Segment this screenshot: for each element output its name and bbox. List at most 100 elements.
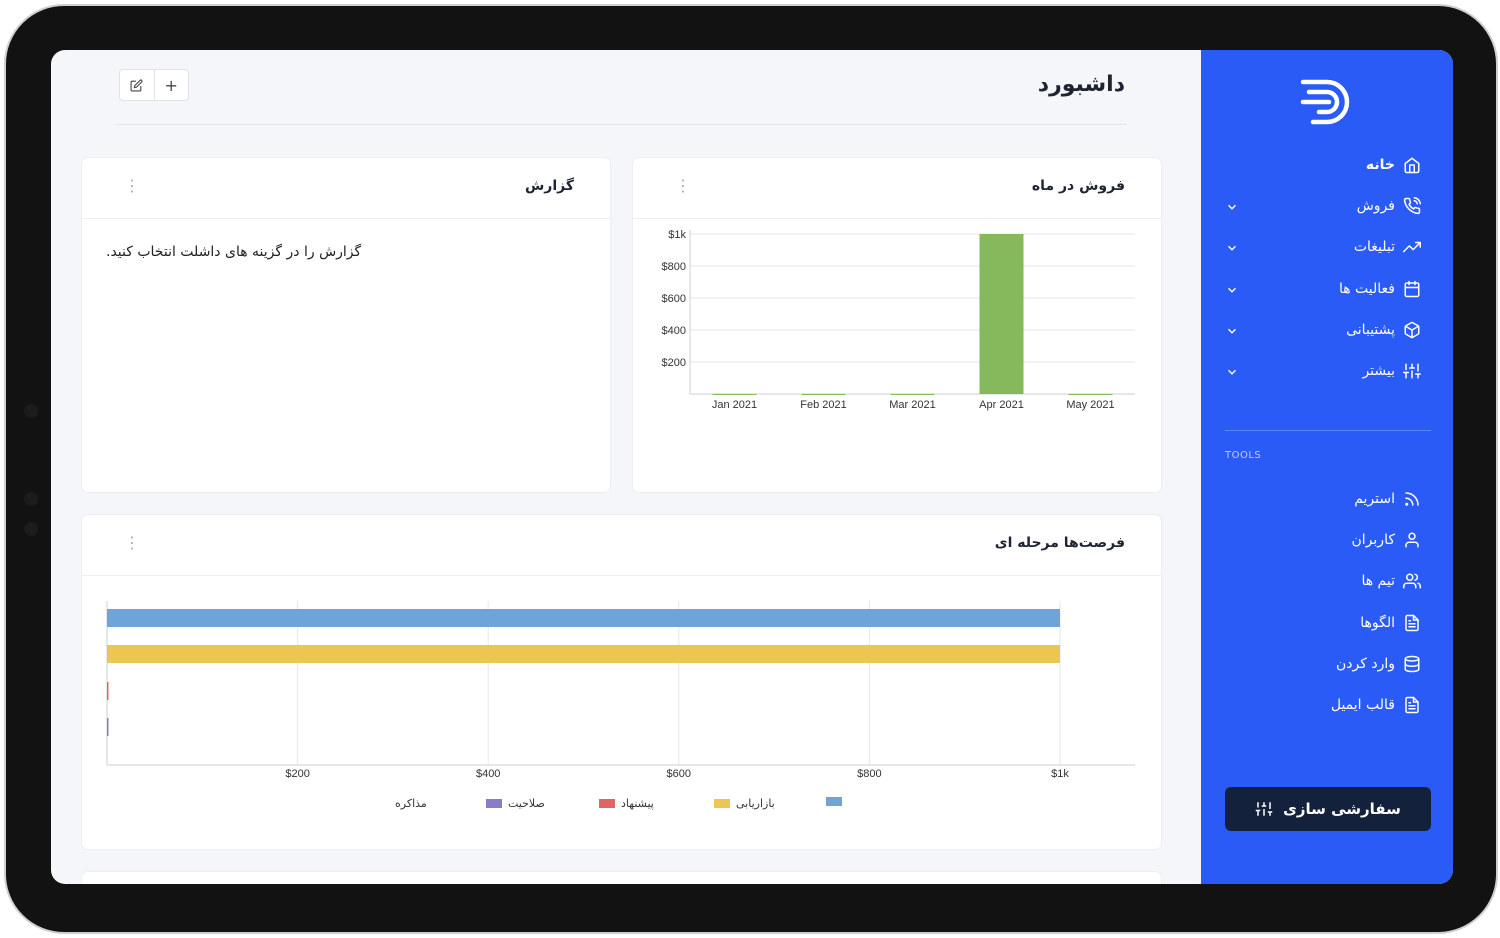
bar: [107, 682, 109, 700]
edit-dashboard-button[interactable]: [120, 70, 154, 100]
camera-dot: [24, 404, 38, 418]
legend-item[interactable]: پیشنهاد: [599, 797, 654, 810]
logo-icon: [1300, 79, 1350, 125]
sales-bar-chart: $200 $400 $600 $800 $1k Jan 2021 Feb 2021 Mar 2…: [662, 229, 1135, 411]
app-screen: + داشبورد گزارش ⋮ گزارش را در گزینه های …: [51, 50, 1453, 884]
bar: [979, 234, 1024, 394]
sidebar-item[interactable]: فروش: [1357, 197, 1421, 215]
sidebar-item[interactable]: وارد کردن: [1336, 655, 1421, 673]
more-vertical-icon[interactable]: ⋮: [124, 535, 140, 551]
edit-icon: [130, 78, 143, 91]
main-content: + داشبورد گزارش ⋮ گزارش را در گزینه های …: [51, 50, 1201, 884]
card-title: گزارش: [524, 178, 574, 194]
chevron-down-icon: [1228, 369, 1236, 375]
chevron-down-icon[interactable]: [1225, 282, 1239, 296]
chevron-down-icon: [1228, 246, 1236, 252]
more-vertical-icon[interactable]: ⋮: [675, 178, 691, 194]
sidebar-item-label: فعالیت ها: [1338, 280, 1395, 297]
chevron-down-icon: [1228, 204, 1236, 210]
trending-up-icon: [1403, 242, 1421, 253]
x-tick-label: $600: [667, 768, 691, 780]
y-tick-label: $800: [662, 261, 686, 273]
legend-item[interactable]: بازاریابی: [714, 797, 775, 810]
sidebar-item-label: تیم ها: [1361, 573, 1395, 590]
sidebar-item-label: بیشتر: [1362, 363, 1395, 379]
legend-item[interactable]: صلاحیت: [486, 797, 545, 810]
rss-icon: [1405, 492, 1419, 506]
x-tick-label: $200: [285, 768, 309, 780]
bar: [107, 645, 1060, 663]
bar: [107, 609, 1060, 627]
card-header: گزارش ⋮: [82, 158, 610, 219]
sidebar-item-label: پشتیبانی: [1346, 321, 1395, 338]
card-header: فروش در ماه ⋮: [633, 158, 1161, 219]
dashlet-toolbar: +: [119, 69, 189, 101]
x-tick-label: Jan 2021: [712, 399, 757, 411]
chevron-down-icon[interactable]: [1225, 364, 1239, 378]
sidebar-item-label: کاربران: [1351, 532, 1395, 549]
report-hint-text: گزارش را در گزینه های داشلت انتخاب کنید.: [106, 244, 362, 260]
sidebar-item-label: خانه: [1365, 157, 1395, 173]
database-icon: [1404, 655, 1420, 673]
legend-swatch: [486, 799, 502, 808]
card-title: فرصت‌ها مرحله ای: [994, 535, 1125, 551]
sliders-icon: [1255, 802, 1273, 816]
sidebar-item[interactable]: الگوها: [1360, 614, 1421, 632]
sidebar-item[interactable]: تیم ها: [1361, 572, 1421, 590]
x-tick-label: May 2021: [1066, 399, 1114, 411]
file-text-icon: [1405, 696, 1419, 714]
legend-label: بازاریابی: [736, 797, 775, 810]
box-icon: [1404, 321, 1420, 339]
bar: [1068, 394, 1113, 396]
sidebar-item[interactable]: قالب ایمیل: [1331, 696, 1421, 714]
chevron-down-icon[interactable]: [1225, 323, 1239, 337]
legend-swatch: [599, 799, 615, 808]
sidebar-divider: [1225, 430, 1431, 431]
next-card: [82, 872, 1161, 884]
customize-label: سفارشی سازی: [1283, 800, 1401, 818]
sidebar-item-label: استریم: [1354, 491, 1395, 507]
x-tick-label: Mar 2021: [889, 399, 935, 411]
sidebar-item[interactable]: بیشتر: [1362, 362, 1421, 380]
sidebar-item[interactable]: فعالیت ها: [1339, 280, 1421, 298]
sidebar-item-label: فروش: [1356, 198, 1395, 215]
card-header: فرصت‌ها مرحله ای ⋮: [82, 515, 1161, 576]
customize-button[interactable]: سفارشی سازی: [1225, 787, 1431, 831]
camera-dot: [24, 522, 38, 536]
sidebar-item[interactable]: پشتیبانی: [1346, 321, 1421, 339]
legend-item[interactable]: مذاکره: [395, 797, 427, 810]
y-tick-label: $600: [662, 293, 686, 305]
page-title: داشبورد: [1037, 72, 1125, 97]
more-vertical-icon[interactable]: ⋮: [124, 178, 140, 194]
pipeline-bar-chart: $200 $400 $600 $800 $1k: [106, 601, 1135, 780]
legend-label: صلاحیت: [508, 797, 545, 810]
bar: [712, 394, 757, 396]
sidebar-item-label: وارد کردن: [1335, 655, 1395, 672]
sidebar: خانه فروش تبلیغات فعالیت ها پشتیبانی بیشتر TO…: [1201, 50, 1453, 884]
legend-swatch: [826, 797, 842, 806]
legend-item[interactable]: [826, 797, 848, 806]
x-tick-label: Apr 2021: [979, 399, 1024, 411]
sidebar-item[interactable]: خانه: [1366, 156, 1421, 174]
sidebar-item-label: تبلیغات: [1353, 239, 1395, 256]
tools-section-title: TOOLS: [1225, 450, 1262, 461]
x-tick-label: Feb 2021: [800, 399, 846, 411]
sidebar-item[interactable]: استریم: [1354, 490, 1421, 508]
chevron-down-icon: [1228, 328, 1236, 334]
chevron-down-icon[interactable]: [1225, 199, 1239, 213]
sidebar-item[interactable]: تبلیغات: [1354, 238, 1421, 256]
x-tick-label: $400: [476, 768, 500, 780]
report-card: گزارش ⋮ گزارش را در گزینه های داشلت انتخ…: [82, 158, 610, 492]
home-icon: [1404, 157, 1420, 174]
chevron-down-icon[interactable]: [1225, 240, 1239, 254]
users-icon: [1403, 573, 1421, 589]
legend-label: مذاکره: [395, 797, 427, 810]
camera-dot: [24, 492, 38, 506]
phone-icon: [1403, 197, 1421, 215]
sidebar-item-label: الگوها: [1360, 614, 1395, 631]
calendar-icon: [1404, 280, 1420, 297]
sales-card: فروش در ماه ⋮ $200 $400 $600 $800 $1k Jan 202…: [633, 158, 1161, 492]
sidebar-item[interactable]: کاربران: [1352, 531, 1421, 549]
add-dashlet-button[interactable]: +: [153, 70, 189, 100]
card-title: فروش در ماه: [1031, 178, 1125, 194]
